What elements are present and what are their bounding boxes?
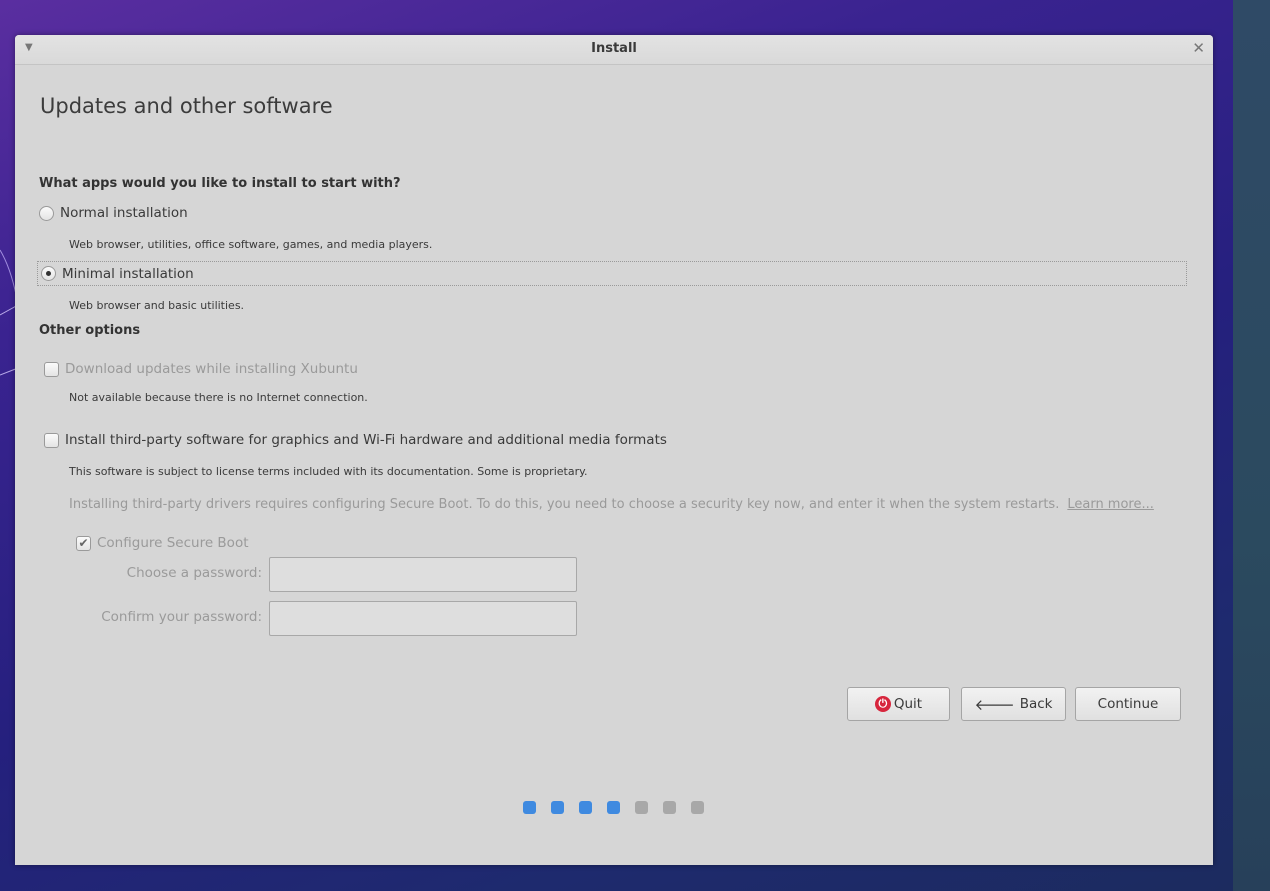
page-title: Updates and other software xyxy=(40,94,333,118)
progress-dot xyxy=(579,801,592,814)
minimal-installation-radio[interactable] xyxy=(41,266,56,281)
installer-window: ▼ Install ✕ Updates and other software W… xyxy=(15,35,1213,865)
continue-button[interactable]: Continue xyxy=(1075,687,1181,721)
download-updates-checkbox[interactable] xyxy=(44,361,59,377)
continue-button-label: Continue xyxy=(1097,696,1159,712)
minimal-installation-description: Web browser and basic utilities. xyxy=(69,299,245,312)
secure-boot-info-text: Installing third-party drivers requires … xyxy=(69,497,1060,512)
secure-boot-info: Installing third-party drivers requires … xyxy=(69,497,1154,512)
normal-installation-option[interactable]: Normal installation xyxy=(39,202,188,224)
download-updates-note: Not available because there is no Intern… xyxy=(69,391,368,404)
password-label: Choose a password: xyxy=(126,565,262,581)
third-party-label: Install third-party software for graphic… xyxy=(65,432,667,448)
quit-button[interactable]: ⏻ Quit xyxy=(847,687,950,721)
download-updates-option[interactable]: Download updates while installing Xubunt… xyxy=(44,358,358,380)
confirm-password-input[interactable] xyxy=(269,601,577,636)
secure-boot-checkbox[interactable]: ✔ xyxy=(76,535,91,551)
power-icon: ⏻ xyxy=(874,696,891,712)
close-icon[interactable]: ✕ xyxy=(1192,39,1205,57)
window-title: Install xyxy=(591,41,637,56)
back-button[interactable]: 🡐 Back xyxy=(961,687,1066,721)
progress-dot xyxy=(523,801,536,814)
other-options-heading: Other options xyxy=(39,323,141,338)
secure-boot-option[interactable]: ✔ Configure Secure Boot xyxy=(76,532,249,554)
progress-dot xyxy=(691,801,704,814)
back-button-label: Back xyxy=(1019,696,1053,712)
progress-dot xyxy=(635,801,648,814)
progress-dot xyxy=(551,801,564,814)
password-input[interactable] xyxy=(269,557,577,592)
normal-installation-description: Web browser, utilities, office software,… xyxy=(69,238,433,251)
third-party-note: This software is subject to license term… xyxy=(69,465,588,478)
normal-installation-radio[interactable] xyxy=(39,205,54,221)
quit-button-label: Quit xyxy=(893,696,923,712)
progress-indicator xyxy=(523,801,704,814)
minimal-installation-option[interactable]: Minimal installation xyxy=(37,261,1187,286)
download-updates-label: Download updates while installing Xubunt… xyxy=(65,361,358,377)
installer-content: Updates and other software What apps wou… xyxy=(15,65,1213,865)
secure-boot-label: Configure Secure Boot xyxy=(97,535,249,551)
desktop-side-panel xyxy=(1233,0,1270,891)
progress-dot xyxy=(663,801,676,814)
third-party-option[interactable]: Install third-party software for graphic… xyxy=(44,429,667,451)
apps-section-heading: What apps would you like to install to s… xyxy=(39,176,401,191)
normal-installation-label: Normal installation xyxy=(60,205,188,221)
learn-more-link[interactable]: Learn more... xyxy=(1067,497,1154,512)
title-bar[interactable]: ▼ Install ✕ xyxy=(15,35,1213,65)
minimal-installation-label: Minimal installation xyxy=(62,265,194,282)
progress-dot xyxy=(607,801,620,814)
back-arrow-icon: 🡐 xyxy=(974,695,1015,714)
third-party-checkbox[interactable] xyxy=(44,432,59,448)
confirm-password-label: Confirm your password: xyxy=(101,609,262,625)
